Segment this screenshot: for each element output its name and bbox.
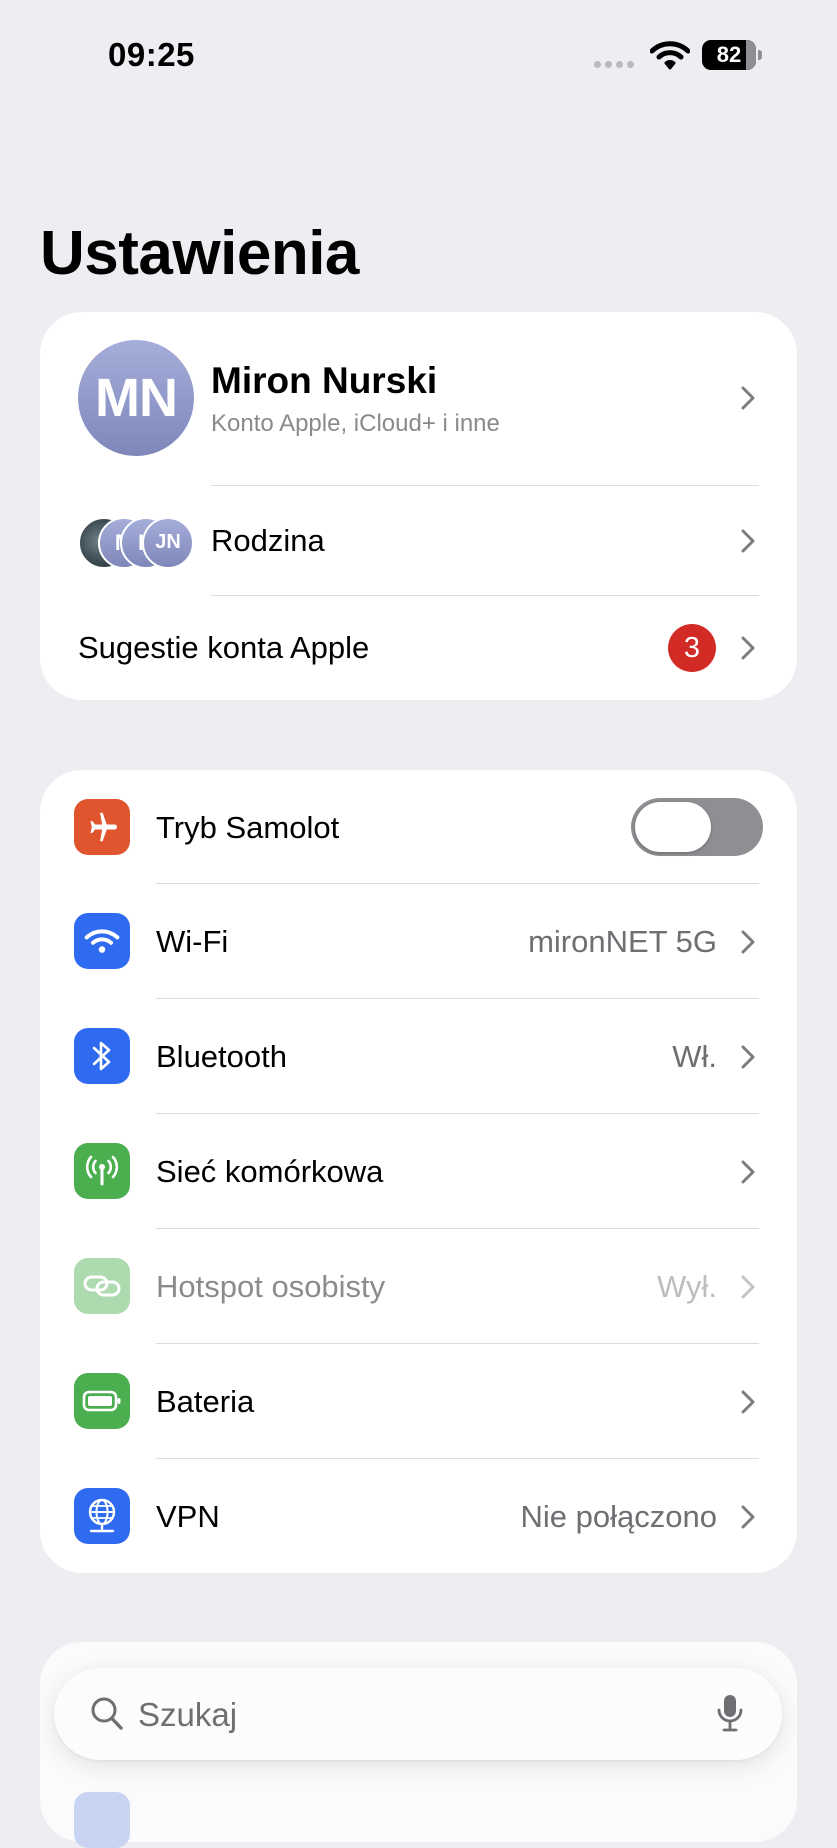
- magnifier-icon: [90, 1696, 124, 1737]
- family-label: Rodzina: [211, 523, 325, 558]
- wifi-network-name: mironNET 5G: [528, 924, 717, 959]
- status-bar: 09:25 82: [0, 0, 837, 110]
- link-icon: [74, 1258, 130, 1314]
- account-name: Miron Nurski: [211, 360, 438, 401]
- cellular-signal-icon: [594, 61, 634, 68]
- bluetooth-icon: [74, 1028, 130, 1084]
- chevron-right-icon: [741, 1160, 755, 1184]
- wifi-icon: [74, 913, 130, 969]
- family-row[interactable]: M K JN Rodzina: [40, 486, 797, 596]
- hotspot-label: Hotspot osobisty: [156, 1269, 386, 1304]
- chevron-right-icon: [741, 1275, 755, 1299]
- apple-account-suggestions-row[interactable]: Sugestie konta Apple 3: [40, 596, 797, 700]
- search-placeholder: Szukaj: [138, 1696, 238, 1733]
- wifi-label: Wi-Fi: [156, 924, 229, 959]
- battery-row[interactable]: Bateria: [40, 1344, 797, 1459]
- chevron-right-icon: [741, 386, 755, 410]
- account-row[interactable]: MN Miron Nurski Konto Apple, iCloud+ i i…: [40, 312, 797, 485]
- bluetooth-status: Wł.: [672, 1039, 717, 1074]
- chevron-right-icon: [741, 930, 755, 954]
- airplane-mode-label: Tryb Samolot: [156, 810, 340, 845]
- vpn-status: Nie połączono: [520, 1499, 717, 1534]
- battery-status-icon: 82: [702, 40, 762, 70]
- account-subtitle: Konto Apple, iCloud+ i inne: [211, 410, 500, 437]
- wifi-row[interactable]: Wi-Fi mironNET 5G: [40, 884, 797, 999]
- app-icon: [74, 1792, 130, 1848]
- airplane-mode-toggle[interactable]: [631, 798, 763, 856]
- globe-icon: [74, 1488, 130, 1544]
- chevron-right-icon: [741, 1505, 755, 1529]
- page-title: Ustawienia: [40, 219, 359, 288]
- suggestions-label: Sugestie konta Apple: [78, 630, 370, 665]
- chevron-right-icon: [741, 636, 755, 660]
- family-avatars: M K JN: [78, 517, 198, 569]
- cellular-row[interactable]: Sieć komórkowa: [40, 1114, 797, 1229]
- account-card: MN Miron Nurski Konto Apple, iCloud+ i i…: [40, 312, 797, 700]
- vpn-row[interactable]: VPN Nie połączono: [40, 1459, 797, 1573]
- avatar: MN: [78, 340, 194, 456]
- microphone-icon[interactable]: [716, 1692, 744, 1739]
- personal-hotspot-row: Hotspot osobisty Wył.: [40, 1229, 797, 1344]
- airplane-mode-row: Tryb Samolot: [40, 770, 797, 884]
- search-bar[interactable]: Szukaj: [54, 1668, 782, 1760]
- notification-badge: 3: [668, 624, 716, 672]
- cellular-label: Sieć komórkowa: [156, 1154, 384, 1189]
- battery-level-text: 82: [716, 42, 742, 67]
- connectivity-card: Tryb Samolot Wi-Fi mironNET 5G Bluetooth…: [40, 770, 797, 1573]
- bluetooth-row[interactable]: Bluetooth Wł.: [40, 999, 797, 1114]
- battery-label: Bateria: [156, 1384, 255, 1419]
- hotspot-status: Wył.: [657, 1269, 717, 1304]
- vpn-label: VPN: [156, 1499, 220, 1534]
- chevron-right-icon: [741, 529, 755, 553]
- battery-icon: [74, 1373, 130, 1429]
- bluetooth-label: Bluetooth: [156, 1039, 287, 1074]
- family-avatar: JN: [142, 517, 194, 569]
- toggle-knob: [635, 802, 711, 852]
- status-time: 09:25: [108, 36, 195, 73]
- antenna-icon: [74, 1143, 130, 1199]
- airplane-icon: [74, 799, 130, 855]
- chevron-right-icon: [741, 1390, 755, 1414]
- wifi-status-icon: [649, 40, 691, 75]
- chevron-right-icon: [741, 1045, 755, 1069]
